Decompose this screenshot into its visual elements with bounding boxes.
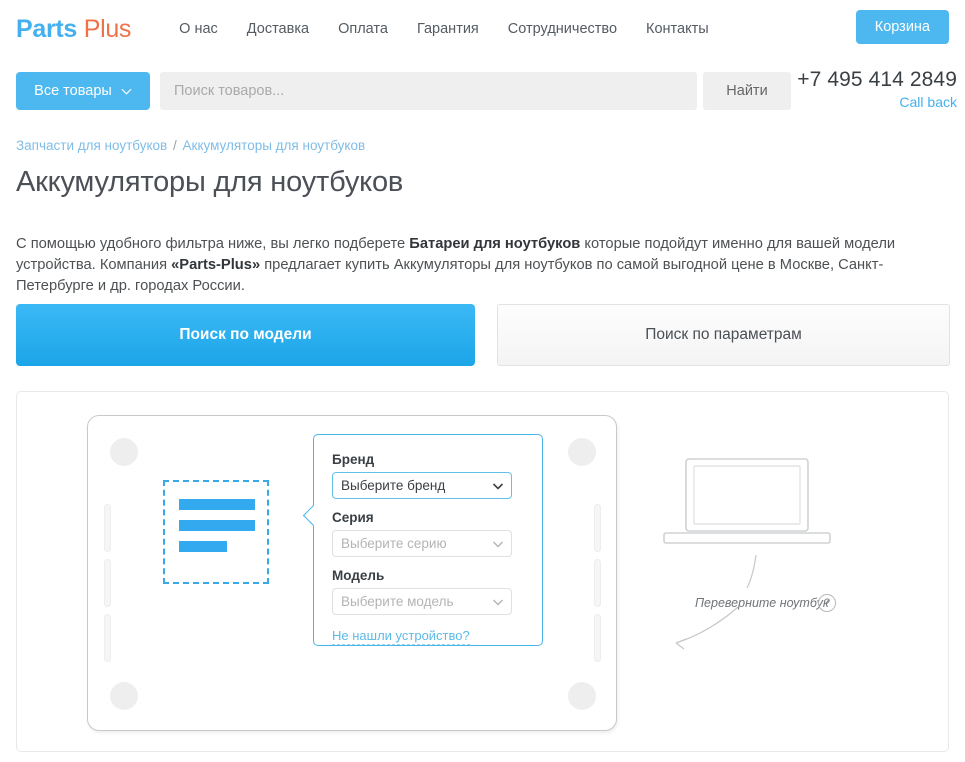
breadcrumb-parent-link[interactable]: Запчасти для ноутбуков — [16, 138, 167, 153]
screw-icon — [110, 438, 138, 466]
contact-phone-block: +7 495 414 2849 Call back — [797, 68, 957, 110]
model-select-value: Выберите модель — [341, 594, 453, 609]
intro-segment-1: С помощью удобного фильтра ниже, вы легк… — [16, 236, 409, 252]
all-goods-dropdown[interactable]: Все товары — [16, 72, 150, 110]
brand-select[interactable]: Выберите бренд — [332, 472, 512, 499]
vent-slot-icon — [594, 614, 601, 662]
page-intro-text: С помощью удобного фильтра ниже, вы легк… — [16, 234, 910, 297]
page-root: Parts Plus О нас Доставка Оплата Гаранти… — [0, 0, 965, 762]
battery-label-placeholder — [163, 480, 269, 584]
main-navigation: О нас Доставка Оплата Гарантия Сотруднич… — [179, 21, 738, 37]
intro-bold-batteries: Батареи для ноутбуков — [409, 236, 580, 252]
site-logo[interactable]: Parts Plus — [16, 15, 131, 44]
nav-item-contacts[interactable]: Контакты — [646, 21, 709, 37]
screw-icon — [568, 682, 596, 710]
logo-text-plus: Plus — [84, 15, 131, 43]
tab-search-by-parameters[interactable]: Поиск по параметрам — [497, 304, 950, 366]
vent-slot-icon — [594, 559, 601, 607]
model-field-group: Модель Выберите модель — [332, 568, 524, 615]
chevron-down-icon — [492, 596, 504, 608]
nav-item-payment[interactable]: Оплата — [338, 21, 388, 37]
call-back-link[interactable]: Call back — [797, 94, 957, 110]
series-field-group: Серия Выберите серию — [332, 510, 524, 557]
model-select[interactable]: Выберите модель — [332, 588, 512, 615]
nav-item-partnership[interactable]: Сотрудничество — [508, 21, 617, 37]
label-line-icon — [179, 499, 255, 510]
find-button[interactable]: Найти — [703, 72, 791, 110]
model-label: Модель — [332, 568, 524, 583]
brand-label: Бренд — [332, 452, 524, 467]
search-bar: Все товары Найти +7 495 414 2849 Call ba… — [0, 68, 965, 118]
page-title: Аккумуляторы для ноутбуков — [16, 166, 403, 199]
laptop-flip-illustration — [650, 440, 880, 665]
logo-text-parts: Parts — [16, 15, 77, 43]
screw-icon — [568, 438, 596, 466]
site-header: Parts Plus О нас Доставка Оплата Гаранти… — [0, 0, 965, 58]
screw-icon — [110, 682, 138, 710]
search-input[interactable] — [160, 72, 697, 110]
series-select[interactable]: Выберите серию — [332, 530, 512, 557]
intro-bold-company: «Parts-Plus» — [171, 257, 260, 273]
label-line-icon — [179, 520, 255, 531]
breadcrumb-current-link[interactable]: Аккумуляторы для ноутбуков — [183, 138, 366, 153]
phone-number[interactable]: +7 495 414 2849 — [797, 68, 957, 92]
series-select-value: Выберите серию — [341, 536, 447, 551]
series-label: Серия — [332, 510, 524, 525]
all-goods-label: Все товары — [34, 83, 112, 99]
vent-slot-icon — [104, 614, 111, 662]
brand-select-value: Выберите бренд — [341, 478, 445, 493]
cart-button[interactable]: Корзина — [856, 10, 949, 44]
help-question-icon[interactable]: ? — [818, 594, 836, 612]
chevron-down-icon — [492, 480, 504, 492]
device-not-found-link[interactable]: Не нашли устройство? — [332, 628, 470, 645]
vent-slot-icon — [104, 559, 111, 607]
chevron-down-icon — [121, 86, 132, 97]
nav-item-about[interactable]: О нас — [179, 21, 218, 37]
brand-field-group: Бренд Выберите бренд — [332, 452, 524, 499]
nav-item-delivery[interactable]: Доставка — [247, 21, 309, 37]
chevron-down-icon — [492, 538, 504, 550]
breadcrumb-separator: / — [173, 138, 177, 153]
flip-laptop-label: Переверните ноутбук — [695, 596, 829, 610]
vent-slot-icon — [594, 504, 601, 552]
nav-item-warranty[interactable]: Гарантия — [417, 21, 479, 37]
model-finder-form: Бренд Выберите бренд Серия Выберите сери… — [313, 434, 543, 646]
tab-search-by-model[interactable]: Поиск по модели — [16, 304, 475, 366]
breadcrumb: Запчасти для ноутбуков / Аккумуляторы дл… — [16, 138, 365, 153]
label-line-icon — [179, 541, 227, 552]
vent-slot-icon — [104, 504, 111, 552]
